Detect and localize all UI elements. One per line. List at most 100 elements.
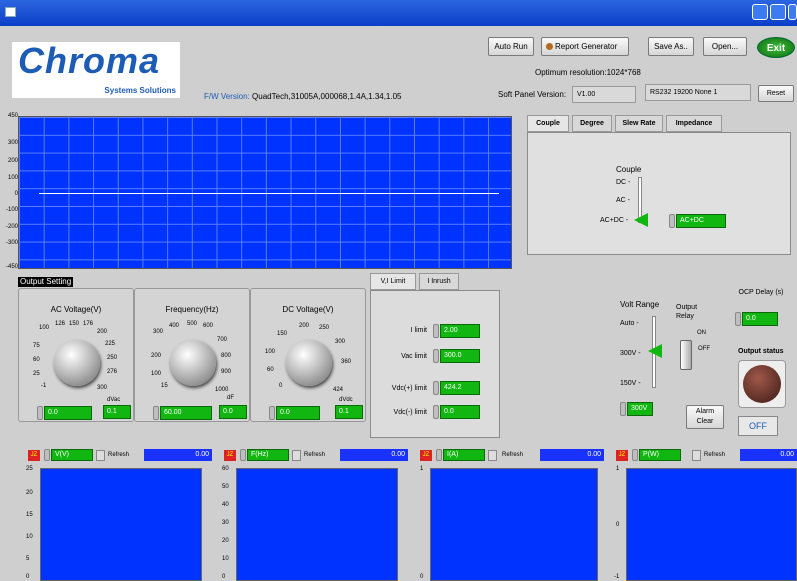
tab-couple[interactable]: Couple	[527, 115, 569, 132]
soft-panel-label: Soft Panel Version:	[498, 90, 567, 99]
meter-power: JZ P(W) Refresh 0.00 1 0 -1	[608, 446, 797, 581]
freq-spinner[interactable]	[153, 406, 159, 420]
comm-settings: RS232 19200 None 1	[645, 84, 751, 101]
save-as-button[interactable]: Save As..	[648, 37, 694, 56]
meter-y-tick: 20	[26, 490, 33, 496]
logo-subtitle: Systems Solutions	[104, 86, 176, 95]
vac-limit-value[interactable]: 300.0	[440, 349, 480, 363]
auto-run-button[interactable]: Auto Run	[488, 37, 534, 56]
fw-version: F/W Version: QuadTech,31005A,000068,1.4A…	[204, 92, 402, 101]
meter-icon: JZ	[420, 450, 432, 461]
ocp-delay-value[interactable]: 0.0	[742, 312, 778, 326]
tab-vi-limit[interactable]: V,I Limit	[370, 273, 416, 290]
freq-step-value[interactable]: 0.0	[219, 405, 247, 419]
volt-range-value[interactable]: 300V	[627, 402, 653, 416]
tab-slew-rate[interactable]: Slew Rate	[615, 115, 663, 132]
volt-range-label: Volt Range	[620, 300, 660, 309]
meter-name[interactable]: P(W)	[639, 449, 681, 461]
meter-y-tick: 0	[616, 522, 620, 528]
meter-name[interactable]: I(A)	[443, 449, 485, 461]
open-button[interactable]: Open...	[703, 37, 747, 56]
report-icon	[546, 43, 553, 50]
waveform-y-axis: 450 300 200 100 0 -100 -200 -300 -450	[2, 113, 18, 273]
ocp-delay-label: OCP Delay (s)	[738, 289, 784, 296]
refresh-label: Refresh	[704, 452, 726, 458]
ilimit-spinner[interactable]	[433, 324, 439, 338]
exit-button[interactable]: Exit	[757, 37, 795, 58]
ac-unit: dVac	[107, 397, 121, 403]
meter-y-tick: 10	[222, 556, 229, 562]
dc-step-value[interactable]: 0.1	[335, 405, 363, 419]
refresh-toggle[interactable]	[292, 450, 301, 461]
couple-title: Couple	[616, 165, 642, 174]
ac-voltage-value[interactable]: 0.0	[44, 406, 92, 420]
couple-spinner[interactable]	[669, 214, 675, 228]
ac-voltage-title: AC Voltage(V)	[50, 305, 102, 314]
meter-y-tick: 0	[222, 574, 226, 580]
dial-tick: 250	[107, 355, 118, 361]
output-relay-switch[interactable]	[680, 340, 692, 370]
output-status-button[interactable]: OFF	[738, 416, 778, 436]
couple-slider-pointer[interactable]	[634, 213, 648, 227]
dial-tick: 25	[33, 371, 40, 377]
meter-spinner[interactable]	[44, 449, 50, 461]
dc-spinner[interactable]	[269, 406, 275, 420]
y-tick: 100	[7, 175, 18, 181]
vac-spinner[interactable]	[433, 349, 439, 363]
dial-tick: 600	[203, 323, 214, 329]
y-tick: -100	[5, 207, 18, 213]
dial-tick: -1	[41, 383, 47, 389]
vdcm-spinner[interactable]	[433, 405, 439, 419]
resolution-text: Optimum resolution:1024*768	[535, 68, 641, 77]
ocp-spinner[interactable]	[735, 312, 741, 326]
tab-impedance[interactable]: Impedance	[666, 115, 722, 132]
tab-inrush[interactable]: I Inrush	[419, 273, 459, 290]
volt-range-pointer[interactable]	[648, 344, 662, 358]
meter-y-tick: 0	[420, 574, 424, 580]
fw-value: QuadTech,31005A,000068,1.4A,1.34,1.05	[252, 92, 402, 101]
reset-button[interactable]: Reset	[758, 85, 794, 102]
dc-voltage-knob[interactable]	[286, 340, 332, 386]
minimize-button[interactable]	[752, 4, 768, 20]
meter-icon: JZ	[224, 450, 236, 461]
refresh-toggle[interactable]	[96, 450, 105, 461]
ac-voltage-knob[interactable]	[54, 340, 100, 386]
meter-icon: JZ	[616, 450, 628, 461]
maximize-button[interactable]	[770, 4, 786, 20]
couple-value[interactable]: AC+DC	[676, 214, 726, 228]
meter-y-tick: 15	[26, 512, 33, 518]
dc-voltage-box: DC Voltage(V) 150 200 250 300 360 424 0 …	[250, 288, 366, 422]
frequency-knob[interactable]	[170, 340, 216, 386]
y-tick: -450	[5, 264, 18, 270]
dial-tick: 100	[39, 325, 50, 331]
meter-spinner[interactable]	[240, 449, 246, 461]
frequency-value[interactable]: 60.00	[160, 406, 212, 420]
dial-tick: 1000	[215, 387, 229, 393]
refresh-toggle[interactable]	[488, 450, 497, 461]
ac-spinner[interactable]	[37, 406, 43, 420]
ac-step-value[interactable]: 0.1	[103, 405, 131, 419]
vdcp-limit-value[interactable]: 424.2	[440, 381, 480, 395]
meter-y-tick: 25	[26, 466, 33, 472]
dc-voltage-value[interactable]: 0.0	[276, 406, 320, 420]
meter-spinner[interactable]	[632, 449, 638, 461]
dial-tick: 300	[335, 339, 346, 345]
volt-range-spinner[interactable]	[620, 402, 626, 416]
output-setting-label: Output Setting	[18, 277, 74, 287]
report-generator-button[interactable]: Report Generator	[541, 37, 629, 56]
meter-value: 0.00	[540, 449, 604, 461]
vdcm-limit-value[interactable]: 0.0	[440, 405, 480, 419]
refresh-toggle[interactable]	[692, 450, 701, 461]
relay-on-label: ON	[697, 330, 706, 336]
meter-name[interactable]: V(V)	[51, 449, 93, 461]
vdcp-spinner[interactable]	[433, 381, 439, 395]
meter-voltage: JZ V(V) Refresh 0.00 25 20 15 10 5 0	[20, 446, 212, 581]
close-button[interactable]	[788, 4, 797, 20]
meter-spinner[interactable]	[436, 449, 442, 461]
alarm-clear-button[interactable]: Alarm Clear	[686, 405, 724, 429]
dial-tick: 500	[187, 321, 198, 327]
tab-degree[interactable]: Degree	[572, 115, 612, 132]
dial-tick: 800	[221, 353, 232, 359]
meter-name[interactable]: F(Hz)	[247, 449, 289, 461]
ilimit-value[interactable]: 2.00	[440, 324, 480, 338]
